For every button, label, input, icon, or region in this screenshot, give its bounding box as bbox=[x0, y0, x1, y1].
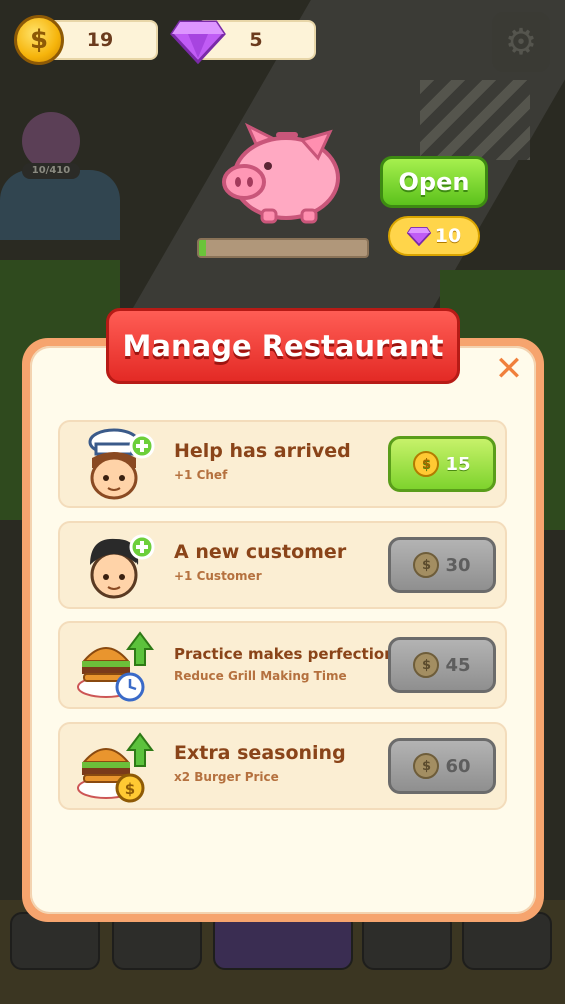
upgrade-subtitle: Reduce Grill Making Time bbox=[174, 669, 347, 683]
gem-count: 5 bbox=[249, 29, 263, 51]
buy-upgrade-button[interactable]: $ 30 bbox=[388, 537, 496, 593]
gem-icon bbox=[406, 227, 431, 246]
piggy-progress-bar bbox=[197, 238, 369, 258]
coin-icon: $ bbox=[413, 652, 440, 678]
upgrade-price: 30 bbox=[445, 554, 471, 576]
settings-gear-icon[interactable]: ⚙ bbox=[492, 12, 550, 72]
shop-awning bbox=[0, 170, 120, 240]
coin-icon: $ bbox=[413, 753, 440, 779]
customer-icon bbox=[90, 534, 155, 599]
buy-upgrade-button[interactable]: $ 60 bbox=[388, 738, 496, 794]
upgrade-subtitle: x2 Burger Price bbox=[174, 770, 279, 784]
coin-icon: $ bbox=[14, 15, 64, 65]
piggy-progress-fill bbox=[199, 240, 206, 256]
panel-title: Manage Restaurant bbox=[122, 329, 444, 363]
upgrade-subtitle: +1 Chef bbox=[174, 468, 228, 482]
upgrade-title: A new customer bbox=[174, 541, 347, 563]
upgrade-row: $ Extra seasoning x2 Burger Price $ 60 bbox=[58, 722, 507, 810]
upgrade-price: 45 bbox=[445, 654, 471, 676]
chef-icon bbox=[88, 428, 155, 500]
upgrade-row: Help has arrived +1 Chef $ 15 bbox=[58, 420, 507, 508]
buy-upgrade-button[interactable]: $ 45 bbox=[388, 637, 496, 693]
coin-icon: $ bbox=[413, 552, 440, 578]
upgrade-title: Extra seasoning bbox=[174, 742, 346, 764]
coin-count: 19 bbox=[86, 29, 114, 51]
piggy-bank-icon[interactable] bbox=[218, 118, 348, 228]
buy-upgrade-button[interactable]: $ 15 bbox=[388, 436, 496, 492]
burger-timer-icon bbox=[77, 631, 154, 702]
svg-text:$: $ bbox=[125, 780, 135, 798]
gem-icon bbox=[170, 20, 226, 64]
upgrade-price: 15 bbox=[445, 453, 471, 475]
open-cost-badge: 10 bbox=[388, 216, 480, 256]
close-icon[interactable]: ✕ bbox=[492, 352, 526, 386]
open-cost-value: 10 bbox=[434, 225, 462, 247]
upgrade-title: Practice makes perfection bbox=[174, 645, 395, 663]
level-progress-text: 10/410 bbox=[22, 163, 80, 179]
open-piggy-button[interactable]: Open bbox=[380, 156, 488, 208]
upgrade-row: A new customer +1 Customer $ 30 bbox=[58, 521, 507, 609]
panel-title-banner: Manage Restaurant bbox=[106, 308, 460, 384]
burger-coin-icon: $ bbox=[77, 732, 154, 803]
level-badge bbox=[22, 112, 80, 170]
crosswalk bbox=[420, 80, 530, 160]
upgrade-price: 60 bbox=[445, 755, 471, 777]
coin-icon: $ bbox=[413, 451, 440, 477]
upgrade-subtitle: +1 Customer bbox=[174, 569, 262, 583]
upgrade-title: Help has arrived bbox=[174, 440, 351, 462]
upgrade-row: Practice makes perfection Reduce Grill M… bbox=[58, 621, 507, 709]
